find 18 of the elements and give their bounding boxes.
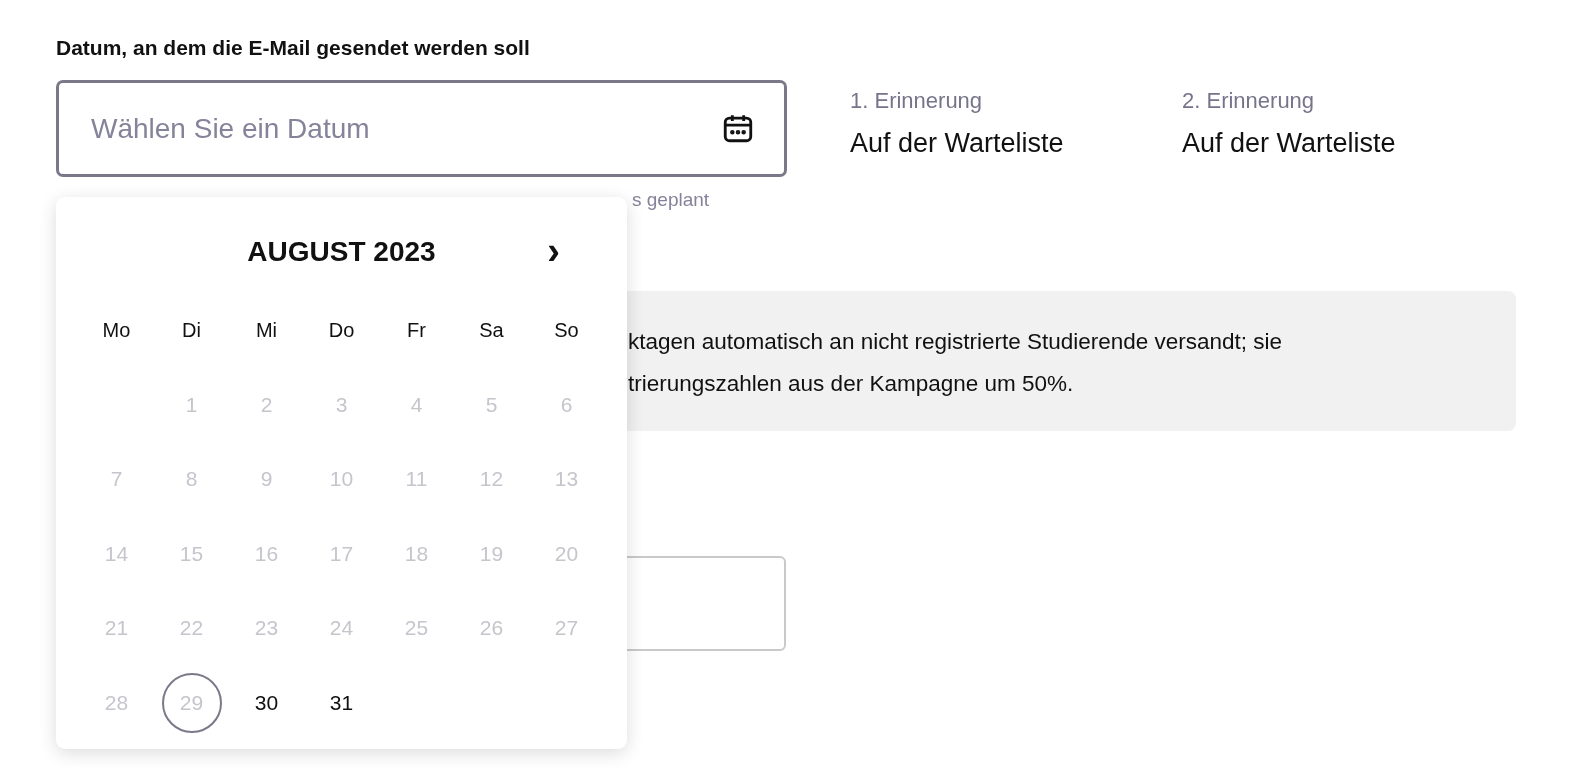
reminder-label: 1. Erinnerung bbox=[850, 88, 984, 114]
hint-text: s geplant bbox=[631, 189, 711, 211]
reminder-value: Auf der Warteliste bbox=[1182, 128, 1397, 159]
weekday-label: Do bbox=[328, 318, 355, 342]
date-input-field[interactable]: Wählen Sie ein Datum bbox=[56, 80, 787, 177]
reminder-label: 2. Erinnerung bbox=[1182, 88, 1316, 114]
weekday-label: Mo bbox=[102, 318, 131, 342]
weekday-label: Sa bbox=[479, 318, 504, 342]
field-label: Datum, an dem die E-Mail gesendet werden soll bbox=[56, 35, 531, 61]
next-month-button[interactable]: › bbox=[543, 235, 564, 267]
reminder-value: Auf der Warteliste bbox=[850, 128, 1065, 159]
weekday-label: Di bbox=[182, 318, 201, 342]
info-text: trierungszahlen aus der Kampagne um 50%. bbox=[628, 371, 1075, 397]
weekday-label: Mi bbox=[255, 318, 278, 342]
weekday-label: Fr bbox=[407, 318, 426, 342]
weekday-label: So bbox=[554, 318, 579, 342]
info-text: ktagen automatisch an nicht registrierte Studierende versandt; sie bbox=[628, 329, 1284, 355]
month-title: AUGUST 2023 bbox=[247, 236, 436, 268]
